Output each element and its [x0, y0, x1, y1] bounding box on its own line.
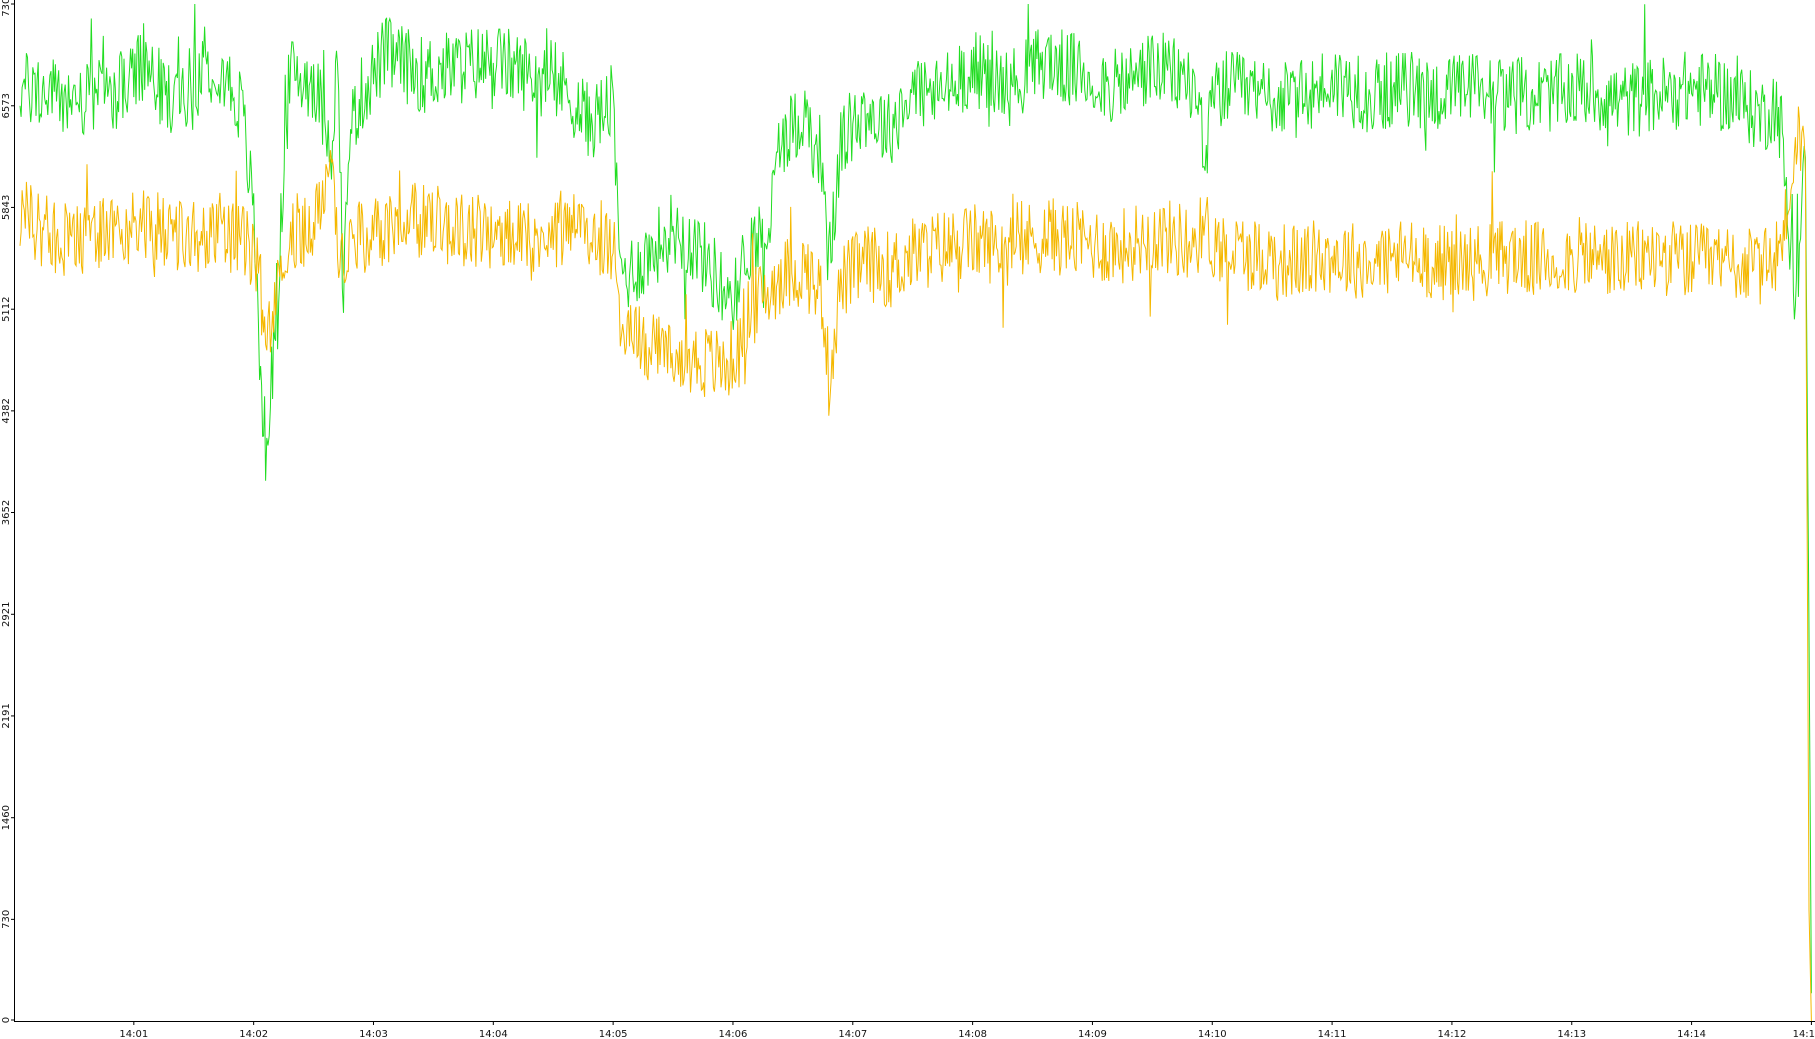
- x-tick-label: 14:01: [119, 1029, 148, 1039]
- series-line-2: [19, 106, 1812, 1022]
- x-tick-label: 14:13: [1557, 1029, 1586, 1039]
- y-tick-label: 2191: [1, 703, 12, 728]
- y-tick-label: 1460: [1, 805, 12, 830]
- x-tick-label: 14:07: [838, 1029, 867, 1039]
- x-tick-label: 14:14: [1677, 1029, 1706, 1039]
- x-tick-label: 14:04: [479, 1029, 508, 1039]
- y-tick-label: 4382: [1, 398, 12, 423]
- x-axis-ticks: 14:01 14:02 14:03 14:04 14:05 14:06 14:07 14:08…: [119, 1021, 1815, 1039]
- x-tick-label: 14:09: [1078, 1029, 1107, 1039]
- x-tick-label: 14:11: [1318, 1029, 1347, 1039]
- y-axis-ticks: 0 730 1460 2191 2921 3652 4382 5112 5843 6573 7304: [1, 0, 15, 1023]
- y-tick-label: 2921: [1, 602, 12, 627]
- y-tick-label: 7304: [1, 0, 12, 17]
- x-tick-label: 14:12: [1438, 1029, 1467, 1039]
- series-line-1: [19, 3, 1812, 994]
- y-tick-label: 6573: [1, 93, 12, 118]
- series-layer: [19, 3, 1812, 1022]
- x-tick-label: 14:05: [599, 1029, 628, 1039]
- y-tick-label: 5843: [1, 195, 12, 220]
- x-tick-label: 14:10: [1198, 1029, 1227, 1039]
- x-tick-label: 14:06: [719, 1029, 748, 1039]
- y-tick-label: 5112: [1, 296, 12, 321]
- x-tick-label: 14:08: [958, 1029, 987, 1039]
- x-tick-label: 14:15: [1793, 1029, 1815, 1039]
- y-tick-label: 730: [1, 910, 12, 929]
- x-tick-label: 14:03: [359, 1029, 388, 1039]
- line-chart: 0 730 1460 2191 2921 3652 4382 5112 5843 6573 7304…: [1, 0, 1815, 1039]
- y-tick-label: 3652: [1, 500, 12, 525]
- x-tick-label: 14:02: [239, 1029, 268, 1039]
- y-tick-label: 0: [1, 1017, 12, 1023]
